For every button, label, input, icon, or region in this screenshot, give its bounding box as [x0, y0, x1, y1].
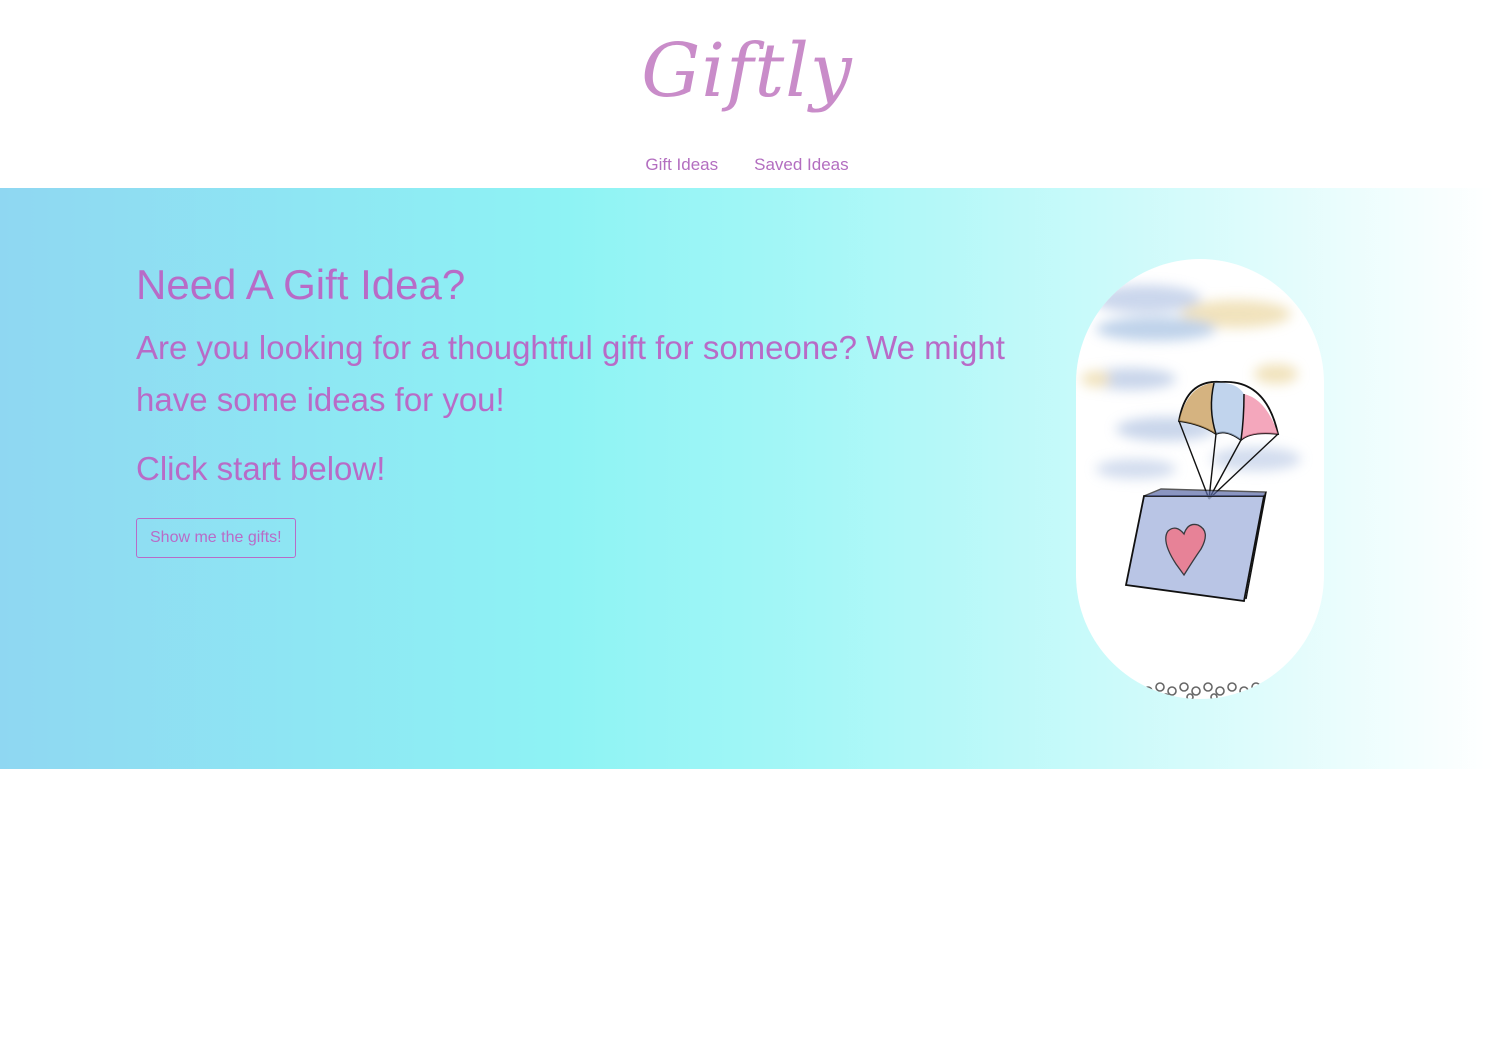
hero-heading: Need A Gift Idea? — [136, 261, 466, 308]
main-nav: Gift Ideas Saved Ideas — [0, 155, 1494, 175]
site-header: Giftly Gift Ideas Saved Ideas — [0, 0, 1494, 188]
hero-text-block: Need A Gift Idea? Are you looking for a … — [136, 258, 1036, 492]
hero-section: Need A Gift Idea? Are you looking for a … — [0, 188, 1494, 769]
nav-link-saved-ideas[interactable]: Saved Ideas — [754, 155, 849, 175]
site-logo[interactable]: Giftly — [0, 16, 1494, 126]
hero-cta-text: Click start below! — [136, 450, 386, 487]
parachute-gift-icon — [1081, 285, 1301, 699]
parachute-gift-illustration — [1076, 259, 1324, 699]
show-gifts-button[interactable]: Show me the gifts! — [136, 518, 296, 558]
nav-link-gift-ideas[interactable]: Gift Ideas — [645, 155, 718, 175]
hero-subheading: Are you looking for a thoughtful gift fo… — [136, 329, 1005, 418]
